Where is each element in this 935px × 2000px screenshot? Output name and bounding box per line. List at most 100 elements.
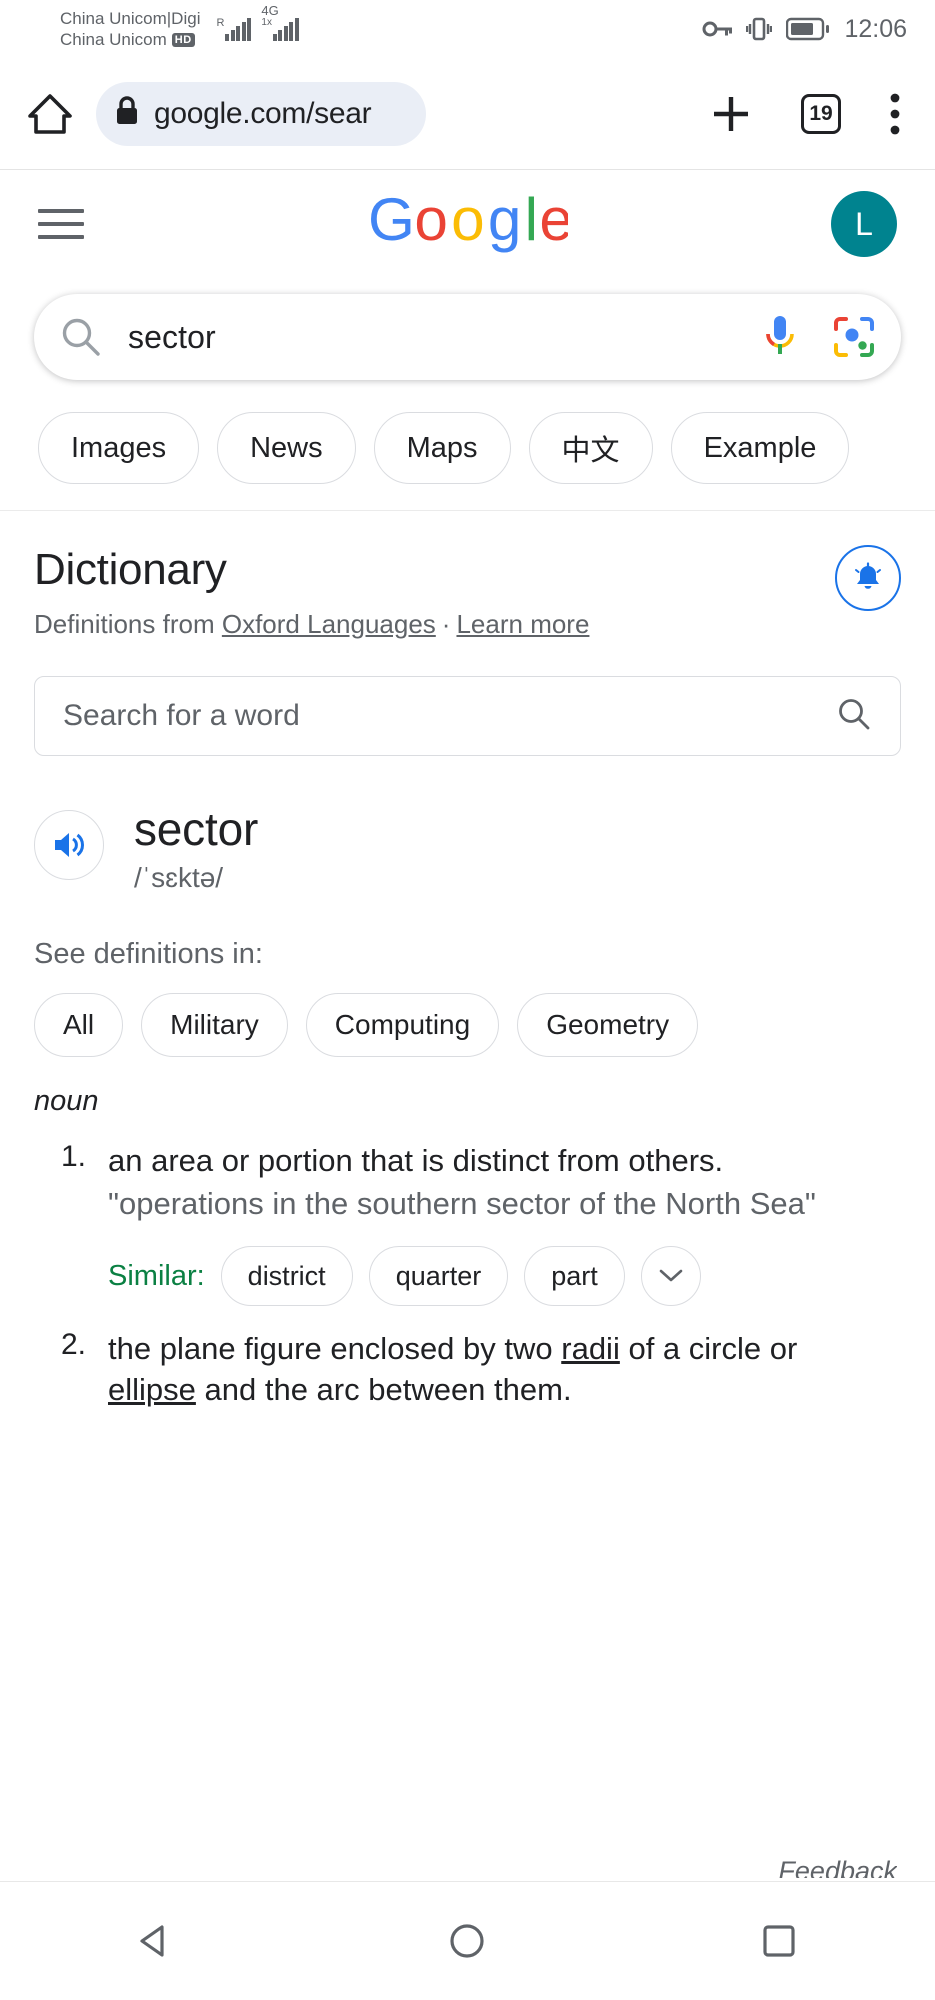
definition-number: 1.	[60, 1140, 86, 1173]
definition-text: the plane figure enclosed by two radii o…	[108, 1328, 869, 1410]
filter-chip-news[interactable]: News	[217, 412, 356, 484]
similar-words-row: Similar: district quarter part	[108, 1246, 816, 1306]
google-header: G o o g l e L	[0, 170, 935, 278]
sense-chip-geometry[interactable]: Geometry	[517, 993, 699, 1057]
svg-text:g: g	[487, 189, 521, 253]
definition-text: an area or portion that is distinct from…	[108, 1143, 724, 1178]
definition-number: 2.	[60, 1328, 86, 1361]
vpn-key-icon	[702, 18, 733, 40]
signal-indicators: R 4G 1x	[216, 4, 299, 41]
chip-label: quarter	[395, 1260, 482, 1291]
circle-home-icon[interactable]	[407, 1919, 527, 1963]
dictionary-source: Definitions from Oxford Languages · Learn …	[34, 609, 589, 640]
sense-chip-all[interactable]: All	[34, 993, 124, 1057]
chip-label: 中文	[561, 435, 620, 467]
word-search-input[interactable]: Search for a word	[34, 676, 901, 756]
similar-label: Similar:	[108, 1259, 205, 1292]
chip-label: News	[250, 431, 323, 464]
search-section: sector	[0, 278, 935, 380]
url-text: google.com/sear	[154, 96, 372, 130]
carrier-name-2: China Unicom	[60, 30, 167, 49]
search-query-text[interactable]: sector	[128, 319, 763, 356]
chip-label: Images	[71, 431, 167, 464]
definition-list: 1. an area or portion that is distinct f…	[34, 1140, 901, 1410]
avatar[interactable]: L	[831, 191, 897, 257]
signal-bars-2	[272, 17, 299, 41]
filter-chip-maps[interactable]: Maps	[373, 412, 511, 484]
filter-chip-chinese[interactable]: 中文	[528, 412, 653, 484]
word-search-placeholder: Search for a word	[63, 699, 300, 732]
hamburger-menu-icon[interactable]	[38, 209, 84, 239]
sense-chip-computing[interactable]: Computing	[305, 993, 500, 1057]
chip-label: Computing	[334, 1009, 471, 1040]
android-nav-bar	[0, 1882, 935, 2000]
more-vertical-icon[interactable]	[887, 91, 903, 137]
sense-chip-military[interactable]: Military	[141, 993, 288, 1057]
android-status-bar: China Unicom|Digi China Unicom HD R 4G 1…	[0, 0, 935, 58]
search-icon[interactable]	[836, 696, 872, 737]
speaker-icon[interactable]	[34, 810, 104, 880]
status-clock: 12:06	[844, 14, 907, 43]
feedback-peek-text[interactable]: Feedback	[778, 1856, 897, 1878]
chip-label: Geometry	[546, 1009, 670, 1040]
oxford-languages-link[interactable]: Oxford Languages	[222, 609, 436, 639]
definition-term-link[interactable]: radii	[561, 1331, 620, 1366]
microphone-icon[interactable]	[763, 314, 797, 360]
phonetic-transcription: /ˈsɛktə/	[134, 862, 224, 893]
search-box[interactable]: sector	[34, 294, 901, 380]
network-sub-label: 1x	[261, 17, 272, 28]
status-right-group: 12:06	[702, 15, 907, 44]
carrier-name-1: China Unicom|Digi	[60, 9, 201, 28]
definition-item-1: 1. an area or portion that is distinct f…	[34, 1140, 901, 1306]
definition-item-2: 2. the plane figure enclosed by two radi…	[34, 1328, 901, 1410]
google-logo[interactable]: G o o g l e	[368, 185, 573, 259]
definition-example: "operations in the southern sector of th…	[108, 1186, 816, 1221]
see-definitions-label: See definitions in:	[34, 938, 263, 970]
url-bar[interactable]: google.com/sear	[96, 81, 426, 146]
page-title: Dictionary	[34, 545, 227, 594]
chip-label: Example	[703, 431, 817, 464]
svg-text:G: G	[368, 189, 415, 253]
definition-term-link[interactable]: ellipse	[108, 1372, 196, 1407]
chip-label: district	[247, 1260, 326, 1291]
vibrate-icon	[746, 16, 773, 42]
home-icon[interactable]	[26, 90, 74, 138]
learn-more-link[interactable]: Learn more	[456, 609, 589, 639]
source-prefix: Definitions from	[34, 609, 215, 639]
google-lens-icon[interactable]	[833, 316, 875, 358]
svg-text:o: o	[451, 189, 485, 253]
definition-text-run: the plane figure enclosed by two	[108, 1331, 562, 1366]
triangle-back-icon[interactable]	[96, 1919, 216, 1963]
square-recents-icon[interactable]	[719, 1919, 839, 1963]
filter-chip-example[interactable]: Example	[670, 412, 850, 484]
svg-text:o: o	[414, 189, 448, 253]
definition-text-run: of a circle or	[619, 1331, 798, 1366]
search-icon	[60, 316, 102, 358]
dictionary-header: Dictionary Definitions from Oxford Langu…	[34, 545, 901, 640]
chip-label: All	[63, 1009, 95, 1040]
part-of-speech: noun	[34, 1085, 99, 1117]
avatar-initial: L	[855, 205, 873, 242]
separator-dot: ·	[441, 609, 451, 639]
filter-chip-images[interactable]: Images	[38, 412, 200, 484]
tab-count-button[interactable]: 19	[801, 93, 841, 134]
bell-icon[interactable]	[835, 545, 901, 611]
synonym-chip-district[interactable]: district	[220, 1246, 353, 1306]
svg-text:e: e	[539, 189, 568, 253]
synonym-chip-part[interactable]: part	[524, 1246, 625, 1306]
network-type-label: 4G	[261, 3, 279, 18]
battery-icon	[786, 17, 830, 41]
chevron-down-icon[interactable]	[640, 1246, 701, 1306]
svg-text:l: l	[524, 189, 537, 253]
browser-toolbar: google.com/sear 19	[0, 58, 935, 170]
chip-label: Maps	[406, 431, 478, 464]
plus-icon[interactable]	[707, 90, 755, 138]
synonym-chip-quarter[interactable]: quarter	[368, 1246, 509, 1306]
hd-badge: HD	[171, 32, 195, 47]
phone-screen: China Unicom|Digi China Unicom HD R 4G 1…	[0, 0, 935, 2000]
signal-bars-1	[225, 17, 252, 41]
dictionary-card: Dictionary Definitions from Oxford Langu…	[0, 511, 935, 1410]
chip-label: part	[551, 1260, 598, 1291]
roaming-label: R	[216, 17, 225, 29]
carrier-labels: China Unicom|Digi China Unicom HD	[60, 8, 200, 50]
